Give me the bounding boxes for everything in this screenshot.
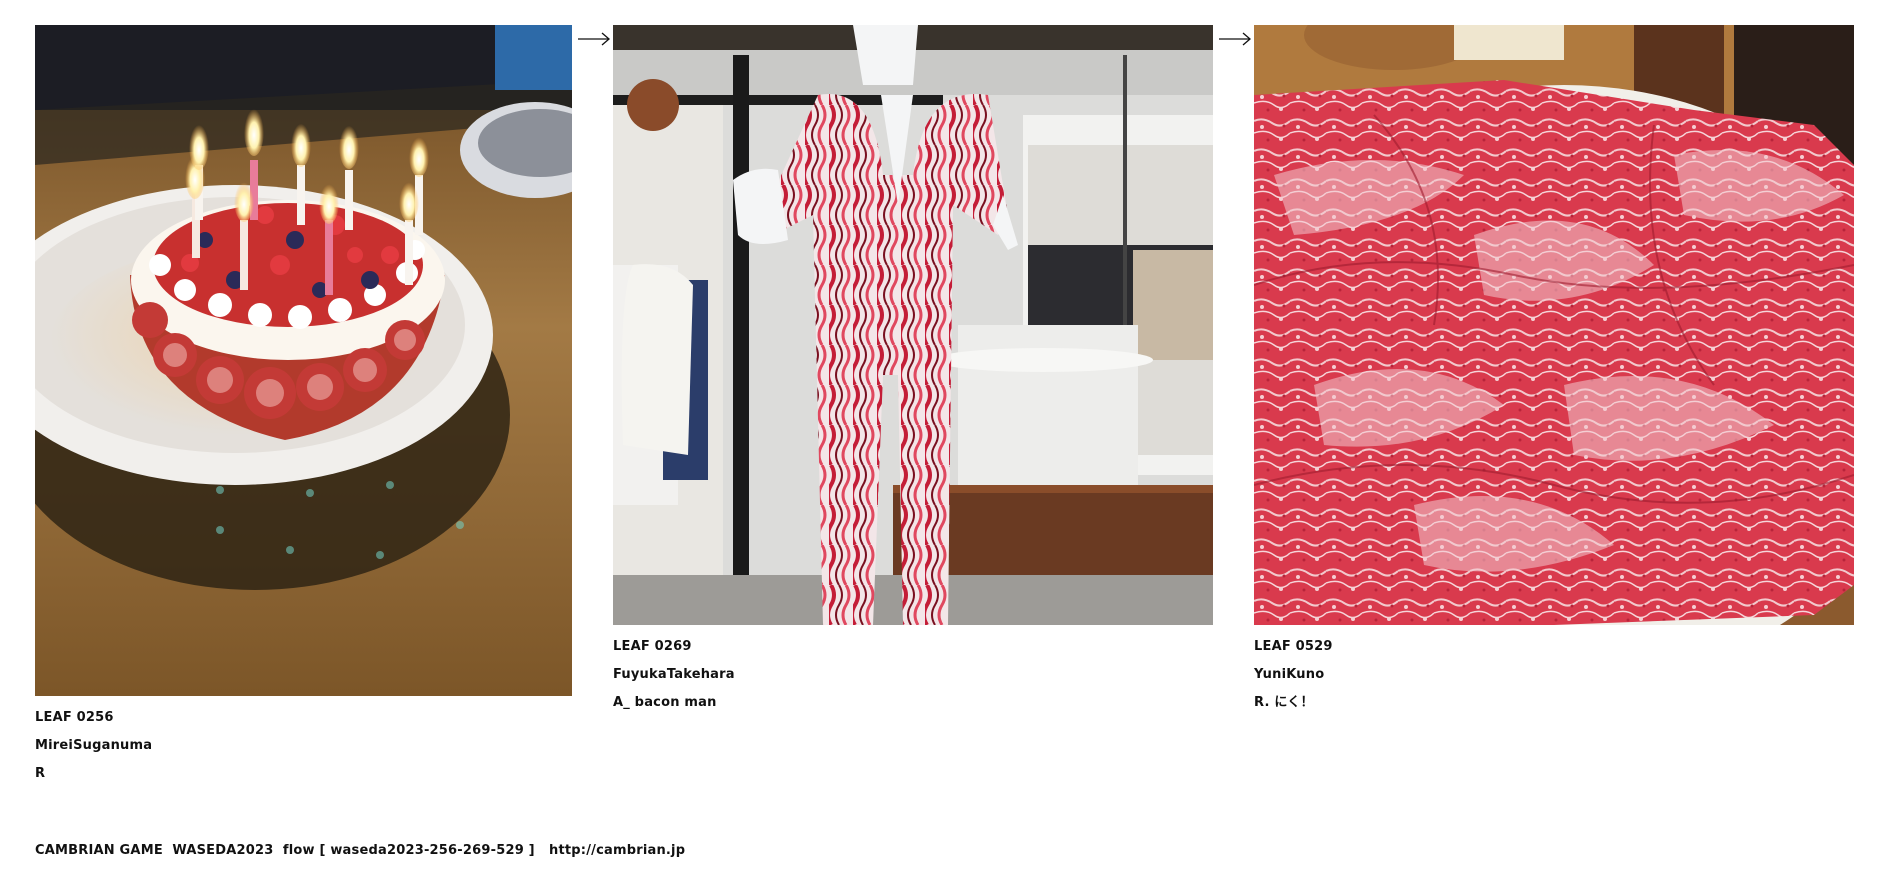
leaf-flow: LEAF 0256 MireiSuganuma R LEAF 0269 Fuyu… <box>0 0 1889 878</box>
leaf-author[interactable]: FuyukaTakehara <box>613 661 1213 689</box>
leaf-title: A_ bacon man <box>613 695 717 710</box>
leaf-author[interactable]: YuniKuno <box>1254 661 1854 689</box>
leaf-author[interactable]: MireiSuganuma <box>35 732 572 760</box>
leaf-title: R. にく！ <box>1254 695 1314 710</box>
leaf-number: LEAF 0269 <box>613 639 692 654</box>
leaf-number: LEAF 0256 <box>35 710 114 725</box>
leaf-card-0529[interactable]: LEAF 0529 YuniKuno R. にく！ <box>1254 25 1854 717</box>
leaf-caption: LEAF 0256 MireiSuganuma R <box>35 704 572 788</box>
leaf-number: LEAF 0529 <box>1254 639 1333 654</box>
arrow-right-icon <box>1219 32 1251 46</box>
cambrian-site-link[interactable]: http://cambrian.jp <box>549 843 685 858</box>
leaf-image-cake[interactable] <box>35 25 572 696</box>
leaf-card-0256[interactable]: LEAF 0256 MireiSuganuma R <box>35 25 572 788</box>
leaf-image-beef[interactable] <box>1254 25 1854 625</box>
arrow-right-icon <box>578 32 610 46</box>
birthday-cake-photo <box>35 25 572 696</box>
marbled-beef-photo <box>1254 25 1854 625</box>
leaf-title: R <box>35 766 46 781</box>
leaf-card-0269[interactable]: LEAF 0269 FuyukaTakehara A_ bacon man <box>613 25 1213 717</box>
leaf-caption: LEAF 0529 YuniKuno R. にく！ <box>1254 633 1854 717</box>
striped-jumpsuit-photo <box>613 25 1213 625</box>
flow-credit-text: CAMBRIAN GAME WASEDA2023 flow [ waseda20… <box>35 843 535 858</box>
leaf-caption: LEAF 0269 FuyukaTakehara A_ bacon man <box>613 633 1213 717</box>
leaf-image-jumpsuit[interactable] <box>613 25 1213 625</box>
footer-credit: CAMBRIAN GAME WASEDA2023 flow [ waseda20… <box>35 843 685 858</box>
